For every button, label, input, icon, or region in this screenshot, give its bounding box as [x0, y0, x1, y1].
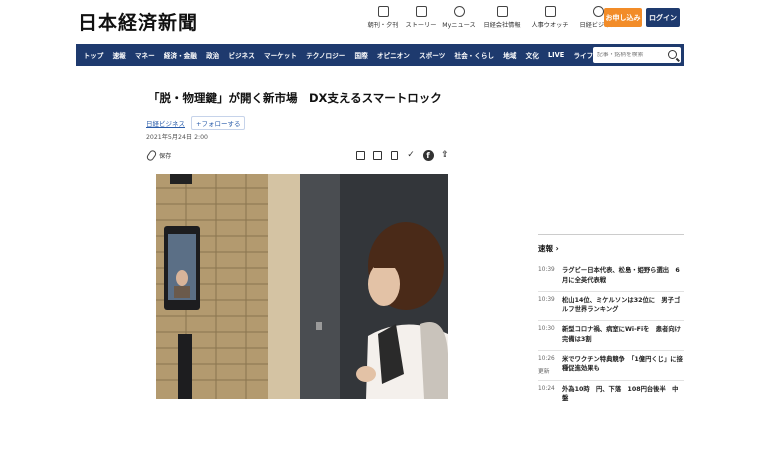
login-button[interactable]: ログイン	[646, 8, 680, 27]
follow-button[interactable]: +フォローする	[191, 116, 246, 130]
facebook-icon[interactable]: f	[422, 149, 434, 161]
nav-item-international[interactable]: 国際	[350, 50, 372, 60]
news-headline[interactable]: ラグビー日本代表、松島・姫野ら選出 6月に全英代表戦	[562, 266, 684, 286]
updated-badge: 更新	[538, 368, 550, 375]
save-button[interactable]: 保存	[145, 148, 172, 163]
mail-icon[interactable]	[371, 149, 383, 161]
share-toolbar: ✓ f ⇪	[354, 149, 451, 161]
news-headline[interactable]: 外為10時 円、下落 108円台後半 中盤	[562, 385, 684, 405]
chart-icon	[496, 6, 508, 17]
nav-item-money[interactable]: マネー	[130, 50, 159, 60]
nav-item-culture[interactable]: 文化	[521, 50, 543, 60]
search-box	[593, 47, 681, 63]
search-icon[interactable]	[668, 50, 677, 59]
news-headline[interactable]: 松山14位、ミケルソンは32位に 男子ゴルフ世界ランキング	[562, 296, 684, 316]
news-item[interactable]: 10:26 更新 米でワクチン特典競争 「1億円くじ」に接種促進効果も	[538, 351, 684, 381]
header-link-company[interactable]: 日経会社情報	[478, 6, 526, 29]
twitter-icon[interactable]: ✓	[405, 149, 417, 161]
magnifier-icon	[544, 6, 556, 17]
share-icon[interactable]: ⇪	[439, 149, 451, 161]
search-input[interactable]	[597, 52, 663, 58]
news-time: 10:26	[538, 355, 555, 362]
article-headline: 「脱・物理鍵」が開く新市場 DX支えるスマートロック	[148, 91, 442, 105]
news-item[interactable]: 10:30 新型コロナ禍、病室にWi-Fiを 患者向け完備は3割	[538, 321, 684, 351]
news-item[interactable]: 10:39 ラグビー日本代表、松島・姫野ら選出 6月に全英代表戦	[538, 262, 684, 292]
nav-item-region[interactable]: 地域	[499, 50, 521, 60]
header-link-label: 人事ウオッチ	[531, 22, 569, 29]
paperclip-icon	[145, 148, 158, 163]
header-link-label: 日経会社情報	[483, 22, 521, 29]
save-label: 保存	[159, 153, 172, 160]
subscribe-button[interactable]: お申し込み	[604, 8, 642, 27]
header-link-label: Myニュース	[442, 22, 476, 29]
news-headline[interactable]: 新型コロナ禍、病室にWi-Fiを 患者向け完備は3割	[562, 325, 684, 345]
newspaper-icon	[377, 6, 389, 17]
breaking-news-sidebar: 速報 › 10:39 ラグビー日本代表、松島・姫野ら選出 6月に全英代表戦 10…	[538, 234, 684, 409]
nav-item-breaking[interactable]: 速報	[108, 50, 130, 60]
article-tags: 日経ビジネス +フォローする	[146, 116, 246, 130]
news-time: 10:39	[538, 267, 555, 273]
news-time: 10:39	[538, 296, 555, 303]
nav-item-market[interactable]: マーケット	[259, 50, 301, 60]
user-icon	[453, 6, 465, 17]
nav-item-business[interactable]: ビジネス	[224, 50, 260, 60]
print-icon[interactable]	[354, 149, 366, 161]
nav-item-politics[interactable]: 政治	[201, 50, 223, 60]
nav-item-sports[interactable]: スポーツ	[414, 50, 449, 60]
article-photo	[156, 174, 448, 399]
nav-item-economy[interactable]: 経済・金融	[159, 50, 201, 60]
main-nav: トップ 速報 マネー 経済・金融 政治 ビジネス マーケット テクノロジー 国際…	[76, 44, 684, 66]
header-links: 朝刊・夕刊 ストーリー Myニュース 日経会社情報 人事ウオッチ 日経ビジネス	[364, 6, 622, 29]
phone-icon	[415, 6, 427, 17]
header-link-mynews[interactable]: Myニュース	[440, 6, 478, 29]
sidebar-title[interactable]: 速報 ›	[538, 243, 684, 254]
nav-item-top[interactable]: トップ	[79, 50, 108, 60]
nav-item-technology[interactable]: テクノロジー	[302, 50, 350, 60]
header-link-label: 朝刊・夕刊	[367, 22, 399, 29]
news-time: 10:30	[538, 326, 555, 332]
nav-item-society[interactable]: 社会・くらし	[450, 50, 499, 60]
news-time-block: 10:26 更新	[538, 355, 562, 375]
header-link-personnel[interactable]: 人事ウオッチ	[526, 6, 574, 29]
news-time: 10:24	[538, 385, 555, 392]
site-logo[interactable]: 日本経済新聞	[78, 8, 198, 35]
nav-item-opinion[interactable]: オピニオン	[372, 50, 414, 60]
divider	[538, 234, 684, 235]
header-link-story[interactable]: ストーリー	[402, 6, 440, 29]
header-link-label: ストーリー	[405, 22, 437, 29]
compass-icon	[592, 6, 604, 17]
photo-illustration	[156, 174, 448, 399]
news-item[interactable]: 10:24 外為10時 円、下落 108円台後半 中盤	[538, 381, 684, 410]
mobile-icon[interactable]	[388, 149, 400, 161]
news-headline[interactable]: 米でワクチン特典競争 「1億円くじ」に接種促進効果も	[562, 355, 684, 375]
follow-label: フォローする	[201, 120, 241, 128]
news-item[interactable]: 10:39 松山14位、ミケルソンは32位に 男子ゴルフ世界ランキング	[538, 292, 684, 321]
publish-date: 2021年5月24日 2:00	[146, 134, 208, 141]
header-link-newspaper[interactable]: 朝刊・夕刊	[364, 6, 402, 29]
topic-tag-link[interactable]: 日経ビジネス	[146, 118, 185, 128]
nav-item-live[interactable]: LIVE	[543, 51, 568, 59]
